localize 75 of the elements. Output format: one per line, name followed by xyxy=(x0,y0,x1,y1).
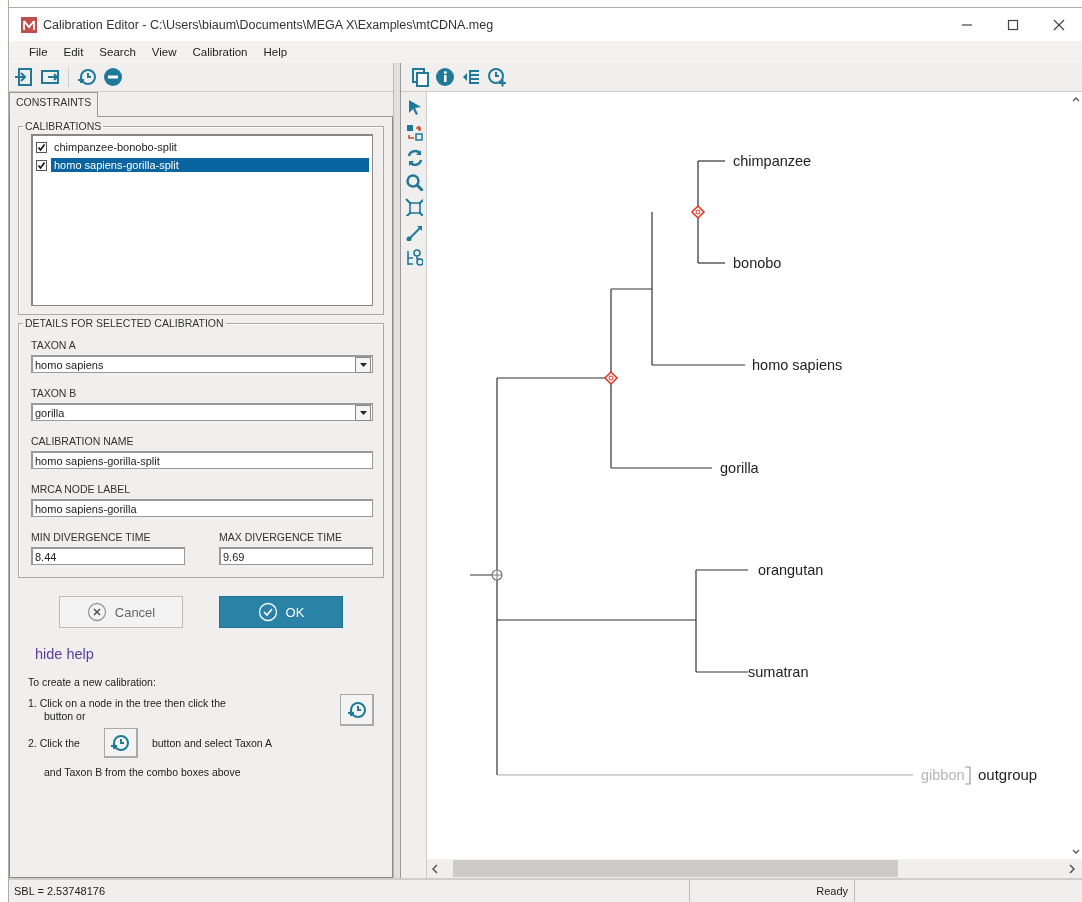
scroll-right-icon[interactable] xyxy=(1068,863,1076,874)
add-calibration-icon xyxy=(346,699,367,720)
fit-to-window-icon[interactable] xyxy=(404,198,423,216)
checkbox[interactable] xyxy=(36,159,47,171)
help-text: 1. Click on a node in the tree then click the xyxy=(28,697,226,709)
resize-icon[interactable] xyxy=(404,223,423,241)
taxon-label[interactable]: sumatran xyxy=(748,664,809,680)
ok-button[interactable]: OK xyxy=(219,596,343,628)
list-icon[interactable] xyxy=(461,67,481,87)
field-label: MRCA NODE LABEL xyxy=(31,483,132,495)
taxon-label[interactable]: gorilla xyxy=(720,460,759,476)
taxon-label[interactable]: homo sapiens xyxy=(752,357,843,373)
scroll-left-icon[interactable] xyxy=(431,863,439,874)
taxon-label[interactable]: orangutan xyxy=(758,562,824,578)
vertical-scrollbar[interactable] xyxy=(1070,92,1082,859)
swap-icon[interactable] xyxy=(404,123,423,141)
menu-item[interactable]: Search xyxy=(91,46,144,58)
group-label: outgroup xyxy=(978,766,1038,783)
text-field[interactable]: 8.44 xyxy=(31,547,185,565)
field-label: MIN DIVERGENCE TIME xyxy=(31,531,152,543)
combo-box[interactable]: homo sapiens xyxy=(31,355,373,373)
field-label: CALIBRATION NAME xyxy=(31,435,135,447)
group-title: DETAILS FOR SELECTED CALIBRATION xyxy=(24,317,225,329)
status-text: Ready xyxy=(816,885,848,897)
help-text: and Taxon B from the combo boxes above xyxy=(44,766,241,778)
export-icon[interactable] xyxy=(40,67,60,87)
add-calibration-button[interactable] xyxy=(103,728,138,758)
help-text: To create a new calibration: xyxy=(28,675,157,690)
help-text: button and select Taxon A xyxy=(151,737,272,749)
calibrated-node-marker[interactable] xyxy=(603,370,619,386)
list-item[interactable]: homo sapiens-gorilla-split xyxy=(51,158,369,172)
import-icon[interactable] xyxy=(14,67,34,87)
tab[interactable]: CONSTRAINTS xyxy=(9,92,99,117)
remove-icon[interactable] xyxy=(103,67,123,87)
add-calibration-button[interactable] xyxy=(340,694,374,726)
add-calibration-icon xyxy=(110,732,131,753)
menu-item[interactable]: Edit xyxy=(55,46,92,58)
hide-help-link[interactable]: hide help xyxy=(35,646,94,662)
scroll-down-icon[interactable] xyxy=(1072,849,1080,855)
text-field[interactable]: 9.69 xyxy=(219,547,373,565)
node-marker[interactable] xyxy=(491,569,503,581)
help-text: button or xyxy=(44,710,86,722)
copy-icon[interactable] xyxy=(411,67,429,87)
check-icon xyxy=(257,602,278,622)
cancel-button[interactable]: Cancel xyxy=(59,596,183,628)
help-text: 2. Click the xyxy=(28,737,80,749)
menu-item[interactable]: View xyxy=(143,46,185,58)
menu-item[interactable]: Calibration xyxy=(184,46,256,58)
window-title: Calibration Editor - C:\Users\biaum\Documents\MEGA X\Examples\mtCDNA.meg xyxy=(43,17,494,32)
close-icon xyxy=(1053,18,1065,31)
taxon-label[interactable]: chimpanzee xyxy=(733,153,812,169)
field-label: TAXON B xyxy=(31,387,78,399)
list-item[interactable]: chimpanzee-bonobo-split xyxy=(51,140,369,154)
add-calibration-icon[interactable] xyxy=(487,67,507,87)
add-calibration-icon[interactable] xyxy=(77,67,97,87)
tree-icon[interactable] xyxy=(404,248,423,266)
bracket-icon xyxy=(964,766,971,785)
field-label: MAX DIVERGENCE TIME xyxy=(219,531,343,543)
calibrated-node-marker[interactable] xyxy=(690,204,706,220)
field-label: TAXON A xyxy=(31,339,77,351)
menu-item[interactable]: File xyxy=(21,46,56,58)
menu-item[interactable]: Help xyxy=(255,46,296,58)
status-text: SBL = 2.53748176 xyxy=(14,885,106,897)
group-title: CALIBRATIONS xyxy=(24,120,103,132)
maximize-icon xyxy=(1007,18,1019,31)
app-logo-icon xyxy=(21,16,37,33)
checkbox[interactable] xyxy=(36,141,47,153)
cancel-icon xyxy=(86,602,107,622)
scroll-up-icon[interactable] xyxy=(1072,96,1080,102)
info-icon[interactable] xyxy=(435,67,455,87)
combo-box[interactable]: gorilla xyxy=(31,403,373,421)
taxon-label[interactable]: bonobo xyxy=(733,255,782,271)
text-field[interactable]: homo sapiens-gorilla xyxy=(31,499,373,517)
search-icon[interactable] xyxy=(404,173,423,191)
text-field[interactable]: homo sapiens-gorilla-split xyxy=(31,451,373,469)
